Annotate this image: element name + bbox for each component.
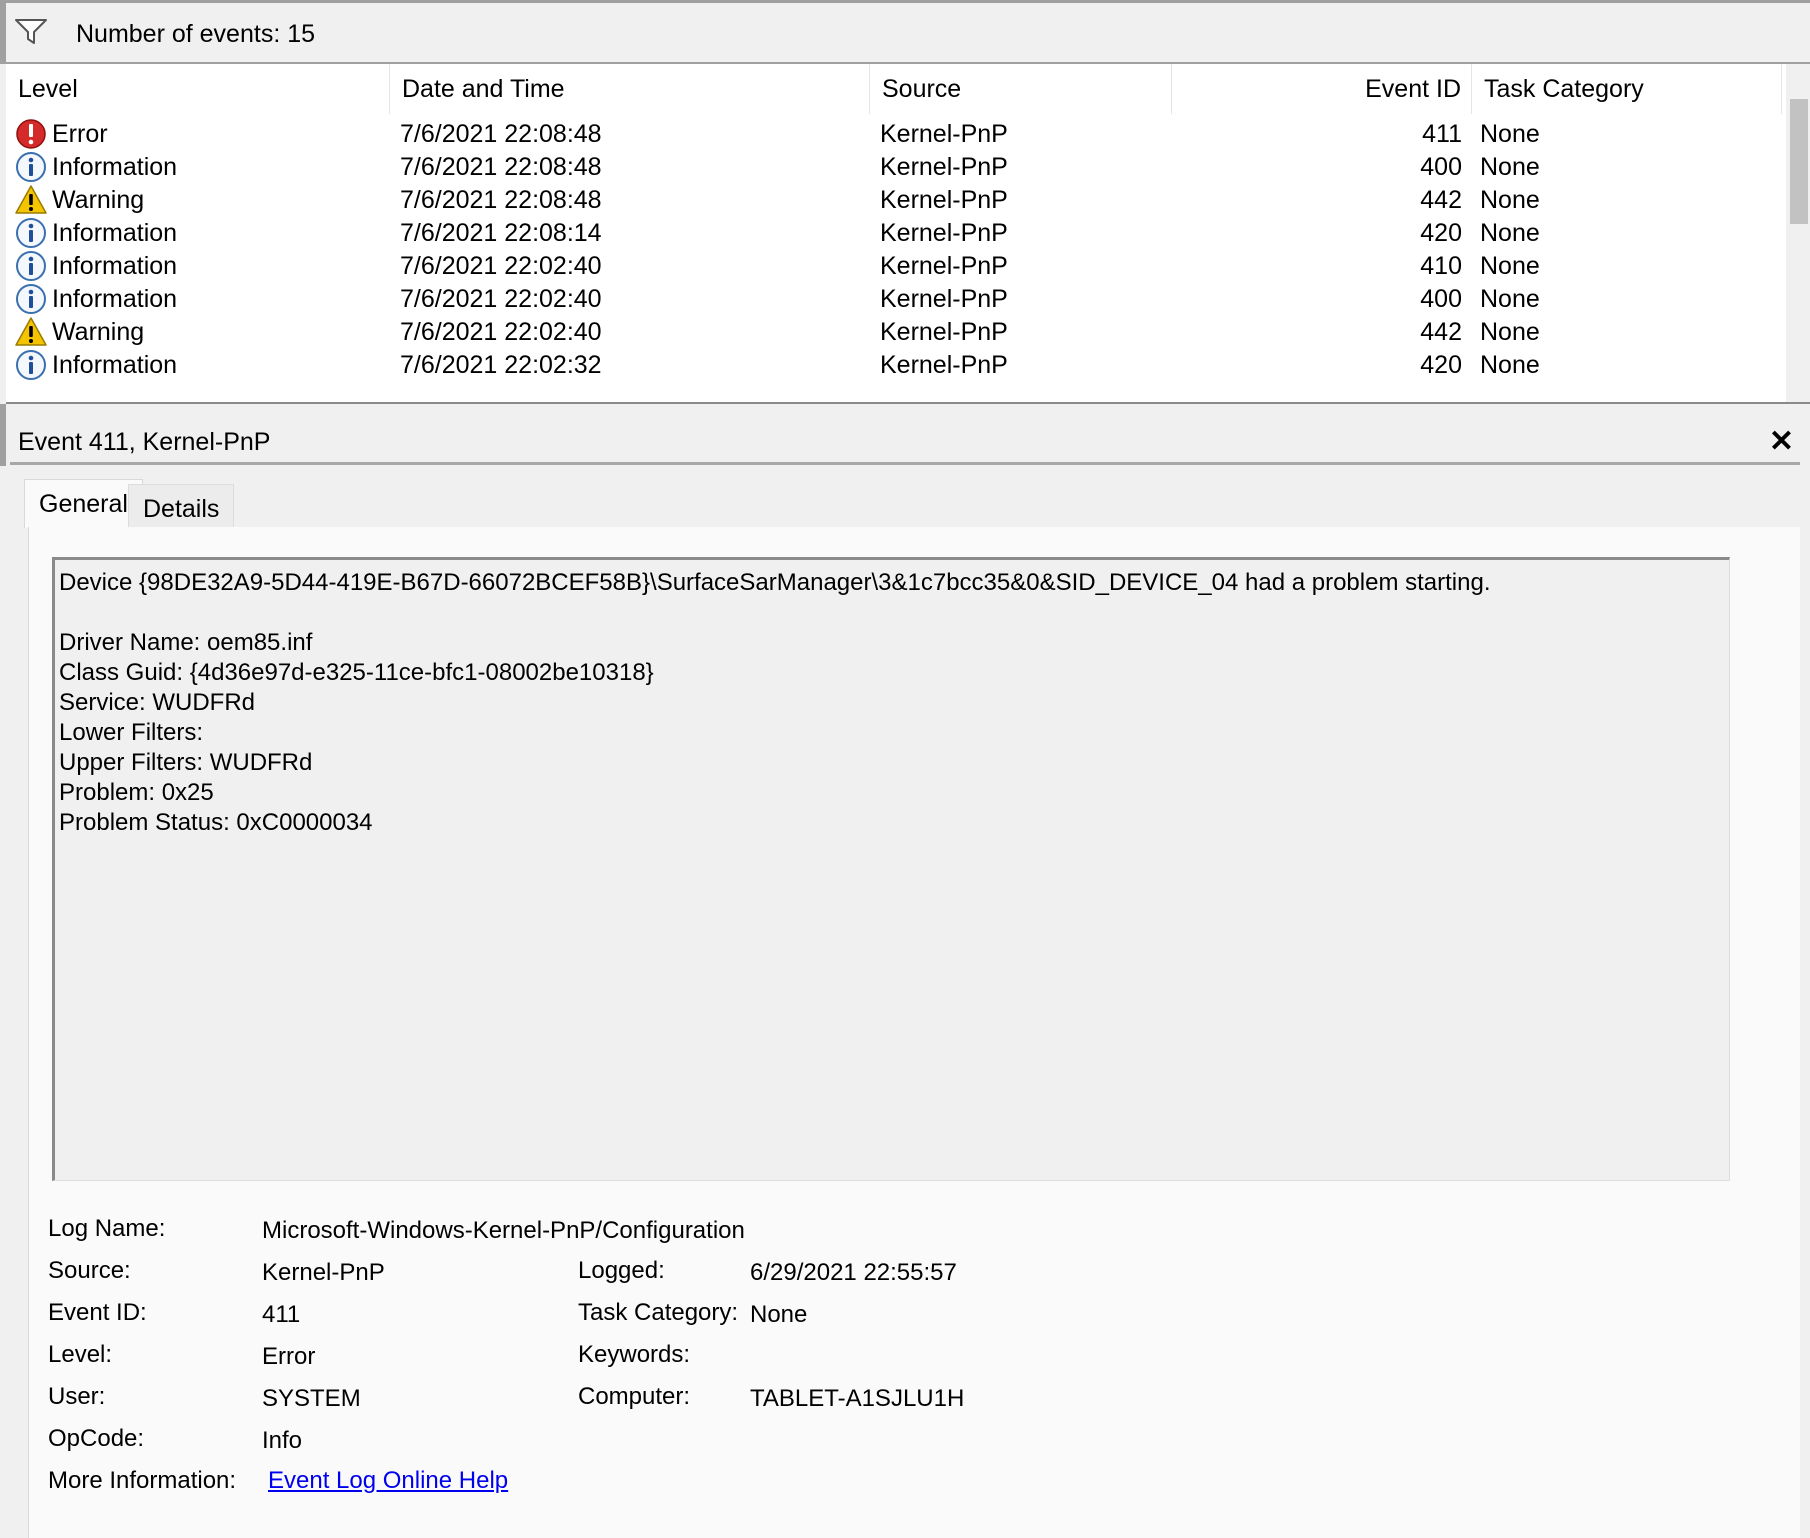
information-icon (16, 218, 46, 248)
task-category-value: None (750, 1301, 808, 1328)
information-icon (16, 251, 46, 281)
event-list[interactable]: Level Date and Time Source Event ID Task… (6, 64, 1810, 404)
source-label: Source: (48, 1257, 131, 1284)
filter-icon[interactable] (14, 17, 48, 47)
description-line: Upper Filters: WUDFRd (59, 749, 313, 776)
opcode-label: OpCode: (48, 1425, 145, 1452)
vertical-scrollbar[interactable] (1786, 64, 1810, 402)
divider (10, 462, 1800, 465)
log-name-label: Log Name: (48, 1215, 166, 1242)
event-detail-title: Event 411, Kernel-PnP (18, 428, 271, 456)
scrollbar-thumb[interactable] (1790, 99, 1808, 224)
computer-label: Computer: (578, 1383, 691, 1410)
task-category-label: Task Category: (578, 1299, 739, 1326)
column-header-event-id[interactable]: Event ID (1172, 64, 1472, 114)
level-value: Error (262, 1343, 316, 1370)
close-icon[interactable]: ✕ (1769, 424, 1794, 459)
event-id-cell: 420 (1420, 351, 1462, 379)
log-name-value: Microsoft-Windows-Kernel-PnP/Configurati… (262, 1217, 745, 1244)
source-cell: Kernel-PnP (880, 351, 1008, 379)
user-value: SYSTEM (262, 1385, 361, 1412)
level-cell: Information (52, 351, 178, 379)
event-detail-header: Event 411, Kernel-PnP ✕ (0, 404, 1810, 466)
description-line: Device {98DE32A9-5D44-419E-B67D-66072BCE… (59, 569, 1491, 596)
column-header-date-time[interactable]: Date and Time (390, 64, 870, 114)
table-row[interactable]: Information 7/6/2021 22:02:32 Kernel-PnP 42… (6, 346, 1786, 384)
opcode-value: Info (262, 1427, 303, 1454)
tab-general[interactable]: General (24, 479, 143, 528)
more-information-label: More Information: (48, 1467, 237, 1494)
user-label: User: (48, 1383, 106, 1410)
event-log-online-help-link[interactable]: Event Log Online Help (268, 1467, 508, 1495)
description-line: Problem Status: 0xC0000034 (59, 809, 373, 836)
level-label: Level: (48, 1341, 113, 1368)
event-id-value: 411 (262, 1301, 301, 1328)
logged-value: 6/29/2021 22:55:57 (750, 1259, 957, 1286)
description-line: Service: WUDFRd (59, 689, 256, 716)
column-header-source[interactable]: Source (870, 64, 1172, 114)
warning-icon (15, 185, 47, 214)
logged-label: Logged: (578, 1257, 665, 1284)
error-icon (16, 119, 46, 149)
keywords-label: Keywords: (578, 1341, 691, 1368)
date-time-cell: 7/6/2021 22:02:32 (400, 351, 602, 379)
warning-icon (15, 317, 47, 346)
event-id-label: Event ID: (48, 1299, 147, 1326)
information-icon (16, 350, 46, 380)
task-category-cell: None (1480, 351, 1540, 379)
description-line: Problem: 0x25 (59, 779, 214, 806)
information-icon (16, 152, 46, 182)
description-line: Driver Name: oem85.inf (59, 629, 313, 656)
column-header-task-category[interactable]: Task Category (1472, 64, 1782, 114)
tab-details[interactable]: Details (128, 484, 235, 529)
description-line: Class Guid: {4d36e97d-e325-11ce-bfc1-080… (59, 659, 654, 686)
information-icon (16, 284, 46, 314)
computer-value: TABLET-A1SJLU1H (750, 1385, 965, 1412)
event-description-box[interactable]: Device {98DE32A9-5D44-419E-B67D-66072BCE… (52, 557, 1730, 1181)
source-value: Kernel-PnP (262, 1259, 385, 1286)
event-count-label: Number of events: 15 (76, 20, 316, 48)
description-line: Lower Filters: (59, 719, 210, 746)
description-line (59, 598, 1725, 628)
column-header-level[interactable]: Level (6, 64, 390, 114)
filter-bar: Number of events: 15 (0, 0, 1810, 64)
